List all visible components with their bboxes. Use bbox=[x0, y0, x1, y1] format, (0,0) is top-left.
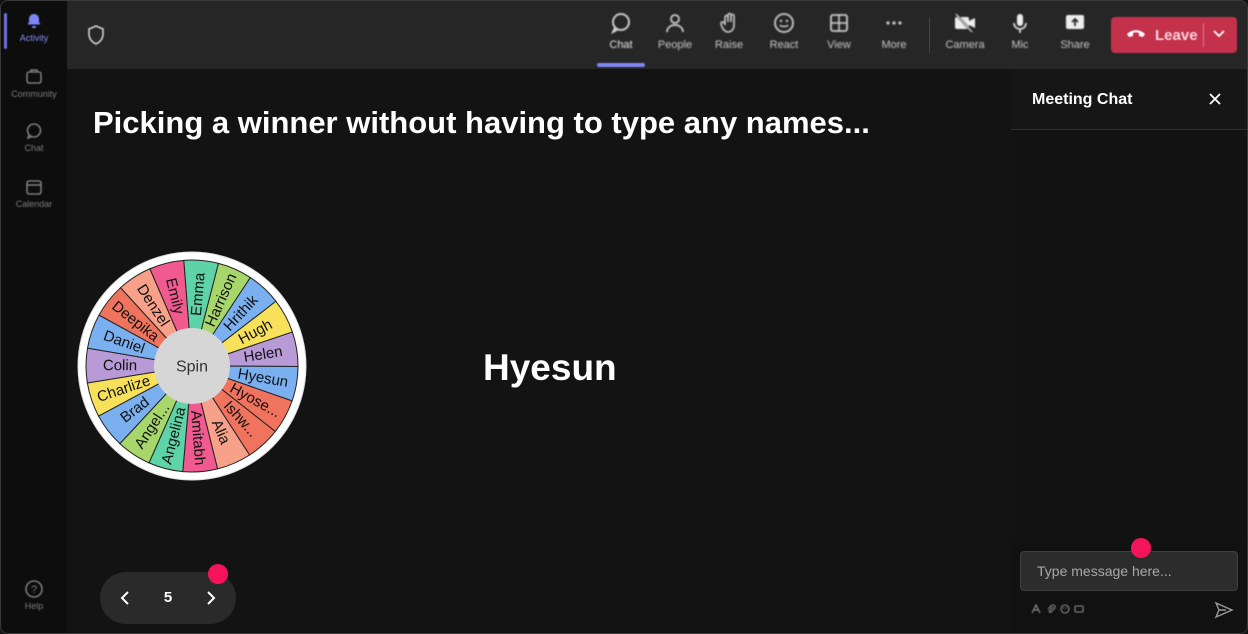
emoji-icon[interactable] bbox=[1060, 604, 1070, 616]
send-icon bbox=[1214, 601, 1234, 619]
active-tab-indicator bbox=[597, 63, 645, 67]
attach-icon[interactable] bbox=[1046, 604, 1056, 616]
calendar-icon bbox=[24, 177, 44, 197]
leave-button[interactable]: Leave bbox=[1111, 17, 1237, 53]
toolbar-share-button[interactable]: Share bbox=[1051, 11, 1099, 51]
chevron-right-icon bbox=[207, 591, 216, 605]
grid-icon bbox=[827, 11, 851, 35]
previous-slide-button[interactable] bbox=[114, 586, 138, 610]
toolbar-divider bbox=[929, 17, 930, 53]
close-chat-button[interactable] bbox=[1207, 91, 1223, 107]
shared-content-stage: Picking a winner without having to type … bbox=[67, 69, 1011, 633]
close-icon bbox=[1209, 93, 1221, 105]
app-window: Activity Community Chat Calendar ? Help bbox=[0, 0, 1248, 634]
more-dots-icon bbox=[882, 11, 906, 35]
toolbar-people-button[interactable]: People bbox=[651, 11, 699, 51]
toolbar-more-button[interactable]: More bbox=[870, 11, 918, 51]
page-number: 5 bbox=[163, 589, 173, 606]
chevron-left-icon bbox=[120, 591, 129, 605]
microphone-icon bbox=[1008, 11, 1032, 35]
rail-item-chat[interactable]: Chat bbox=[1, 121, 67, 153]
winner-name: Hyesun bbox=[483, 347, 617, 388]
send-button[interactable] bbox=[1214, 600, 1234, 620]
wheel-segment-label: Colin bbox=[103, 357, 137, 374]
gif-icon[interactable] bbox=[1074, 604, 1084, 616]
smiley-icon bbox=[772, 11, 796, 35]
raise-hand-icon bbox=[717, 11, 741, 35]
meeting-toolbar: Chat People Raise React View More Camera… bbox=[67, 1, 1247, 69]
meeting-chat-panel: Meeting Chat bbox=[1011, 69, 1247, 633]
chat-header: Meeting Chat bbox=[1011, 69, 1247, 130]
next-slide-button[interactable] bbox=[198, 586, 222, 610]
bell-icon bbox=[24, 11, 44, 31]
rail-item-help[interactable]: ? Help bbox=[1, 579, 67, 611]
camera-off-icon bbox=[953, 11, 977, 35]
chevron-down-icon[interactable] bbox=[1211, 25, 1227, 46]
toolbar-view-button[interactable]: View bbox=[815, 11, 863, 51]
spin-label: Spin bbox=[176, 359, 208, 376]
slide-headline: Picking a winner without having to type … bbox=[93, 105, 870, 140]
toolbar-chat-button[interactable]: Chat bbox=[597, 11, 645, 51]
toolbar-raise-button[interactable]: Raise bbox=[705, 11, 753, 51]
help-icon: ? bbox=[24, 579, 44, 599]
chat-title: Meeting Chat bbox=[1032, 91, 1133, 108]
toolbar-react-button[interactable]: React bbox=[760, 11, 808, 51]
leave-divider bbox=[1203, 23, 1204, 47]
rail-item-calendar[interactable]: Calendar bbox=[1, 177, 67, 209]
community-icon bbox=[24, 67, 44, 87]
phone-hangup-icon bbox=[1125, 26, 1147, 45]
format-icon[interactable] bbox=[1031, 603, 1041, 616]
toolbar-camera-button[interactable]: Camera bbox=[941, 11, 989, 51]
people-icon bbox=[663, 11, 687, 35]
name-wheel-graphic: EmmaHarrisonHrithikHughHelenHyesunHyose.… bbox=[77, 251, 307, 481]
chat-message-input[interactable] bbox=[1020, 551, 1238, 591]
shield-icon bbox=[87, 25, 105, 50]
left-rail: Activity Community Chat Calendar ? Help bbox=[1, 1, 67, 633]
chat-icon bbox=[609, 11, 633, 35]
click-indicator-dot bbox=[1131, 538, 1151, 558]
rail-item-activity[interactable]: Activity bbox=[1, 11, 67, 49]
rail-item-community[interactable]: Community bbox=[1, 67, 67, 99]
chat-icon bbox=[24, 121, 44, 141]
toolbar-mic-button[interactable]: Mic bbox=[996, 11, 1044, 51]
svg-text:?: ? bbox=[31, 584, 37, 596]
name-wheel[interactable]: Emma Harrison Hrithik Hugh Helen Hyesun Hyose.… bbox=[77, 251, 307, 481]
click-indicator-dot bbox=[208, 564, 228, 584]
chat-message-list bbox=[1011, 130, 1247, 542]
share-screen-icon bbox=[1063, 11, 1087, 35]
